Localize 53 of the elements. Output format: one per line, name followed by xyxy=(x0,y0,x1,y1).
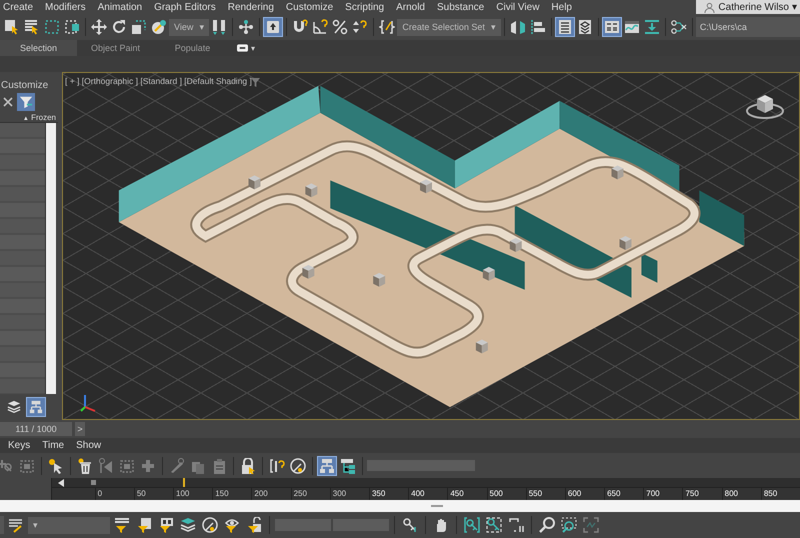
timeline-ruler[interactable]: 0 50 100 150 200 250 300 350 400 450 500 550 600 650 700 750 800 850 xyxy=(52,488,800,500)
user-account-button[interactable]: Catherine Wilso ▾ xyxy=(696,0,800,14)
menu-item[interactable]: Keys xyxy=(5,440,40,451)
filter-icon[interactable] xyxy=(17,93,35,111)
dropdown[interactable]: ▾ xyxy=(28,516,110,534)
circle-key-icon[interactable] xyxy=(200,515,220,535)
sphere-pin-icon[interactable] xyxy=(149,17,169,37)
framed-keys-icon[interactable] xyxy=(484,515,504,535)
menu-item[interactable]: Civil View xyxy=(493,2,548,12)
search-icon[interactable] xyxy=(537,515,557,535)
close-icon[interactable] xyxy=(3,97,13,107)
arrow-box-icon[interactable] xyxy=(263,17,284,37)
menu-item[interactable]: Graph Editors xyxy=(151,2,225,12)
filter-list-icon[interactable] xyxy=(112,515,132,535)
ribbon-menu-button[interactable]: ▾ xyxy=(231,42,261,54)
menu-item[interactable]: Rendering xyxy=(224,2,283,12)
path-field[interactable]: C:\Users\ca xyxy=(696,17,800,37)
next-button[interactable]: > xyxy=(75,422,85,436)
viewport[interactable]: [ + ] [Orthographic ] [Standard ] [Default Shading ] xyxy=(62,72,800,420)
viewport-label[interactable]: [ + ] [Orthographic ] [Standard ] [Default Shading ] xyxy=(65,76,252,86)
dropdown[interactable]: View ▾ xyxy=(169,18,210,36)
scroll-thumb[interactable] xyxy=(90,480,96,485)
hierarchy-icon[interactable] xyxy=(317,456,337,476)
left-arrow-icon[interactable] xyxy=(58,478,64,486)
ribbon-tab[interactable]: Populate xyxy=(154,40,231,56)
panels-icon[interactable] xyxy=(602,17,622,37)
ribbon-tab[interactable]: Selection xyxy=(0,40,77,56)
menu-item[interactable]: Customize xyxy=(282,2,342,12)
menu-item[interactable]: Create xyxy=(0,2,42,12)
menu-item[interactable]: Arnold xyxy=(393,2,434,12)
input-field[interactable] xyxy=(333,519,389,531)
circle-key-icon[interactable] xyxy=(288,456,308,476)
move-icon[interactable] xyxy=(89,17,109,37)
menu-item[interactable]: Help xyxy=(548,2,581,12)
menu-item[interactable]: Modifiers xyxy=(42,2,95,12)
bracketed-keys-icon[interactable] xyxy=(462,515,482,535)
dropdown[interactable]: Create Selection Set ▾ xyxy=(397,18,501,36)
menu-item[interactable]: Time xyxy=(39,440,74,451)
table-icon[interactable] xyxy=(554,17,575,37)
user-icon xyxy=(704,2,716,12)
display-icon xyxy=(237,44,248,52)
menu-item[interactable]: Show xyxy=(73,440,110,451)
menu-item[interactable]: Substance xyxy=(434,2,494,12)
input-field[interactable] xyxy=(367,460,475,471)
frame-counter[interactable]: 111 / 1000 xyxy=(0,422,72,436)
zoom-region-icon[interactable] xyxy=(559,515,579,535)
menu-item[interactable]: Animation xyxy=(94,2,152,12)
input-field[interactable] xyxy=(275,519,331,531)
panel-title: Customize xyxy=(0,80,50,91)
menu-item[interactable]: Scripting xyxy=(342,2,394,12)
ribbon-tab[interactable]: Object Paint xyxy=(77,40,154,56)
scrollbar[interactable] xyxy=(45,123,56,394)
time-marker[interactable] xyxy=(183,478,186,487)
